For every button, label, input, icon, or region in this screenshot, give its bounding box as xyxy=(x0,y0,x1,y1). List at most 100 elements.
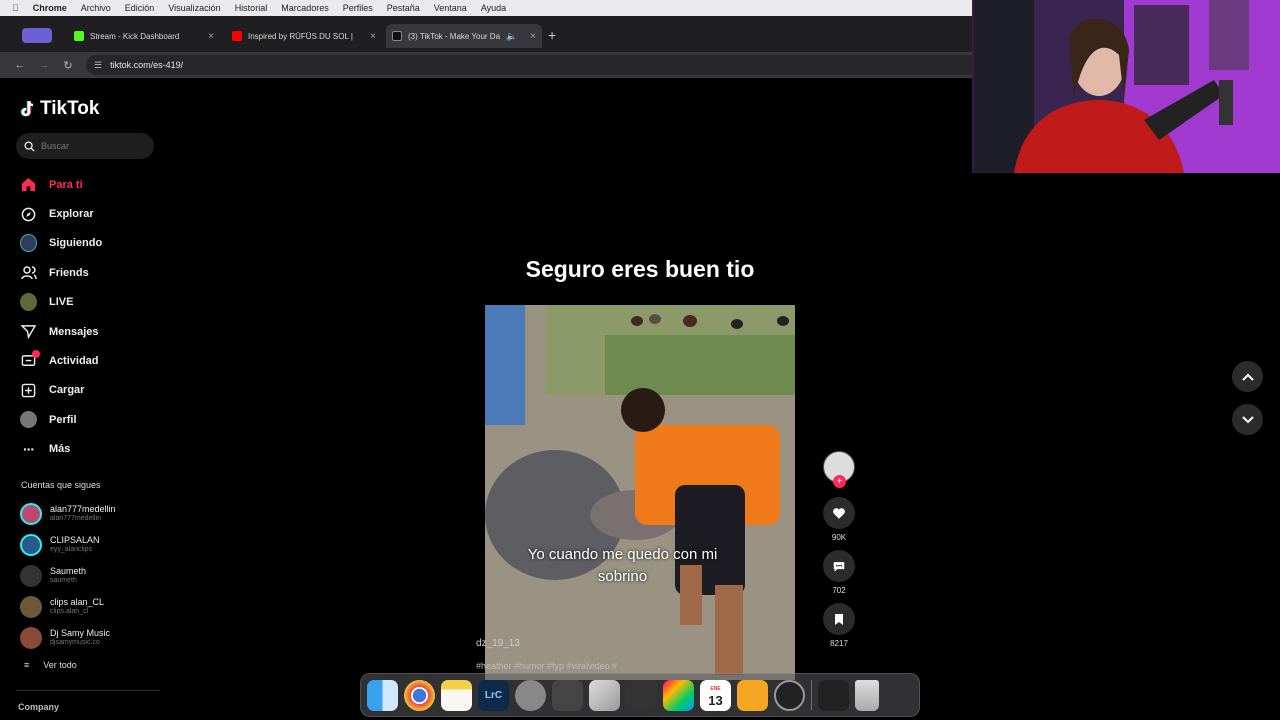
close-tab-icon[interactable]: × xyxy=(530,31,542,42)
profile-avatar-icon xyxy=(20,411,37,429)
menu-app-name[interactable]: Chrome xyxy=(33,3,67,13)
kick-favicon-icon xyxy=(74,31,84,41)
trash-icon[interactable] xyxy=(855,679,879,711)
close-tab-icon[interactable]: × xyxy=(208,31,220,42)
see-all-label: Ver todo xyxy=(43,660,77,670)
search-icon xyxy=(24,140,35,152)
new-tab-button[interactable]: + xyxy=(548,27,556,43)
sidebar-nav: Para ti Explorar Siguiendo Friends LIVE … xyxy=(20,170,160,464)
sidebar-item-label: Mensajes xyxy=(49,325,99,338)
chevron-up-icon xyxy=(1241,373,1254,381)
menu-archivo[interactable]: Archivo xyxy=(81,3,111,13)
follow-plus-icon[interactable]: + xyxy=(833,475,846,488)
calendar-icon[interactable]: ENE 13 xyxy=(700,679,731,711)
sidebar-item-label: Para ti xyxy=(49,178,83,191)
back-button[interactable]: ← xyxy=(10,59,30,71)
menu-ventana[interactable]: Ventana xyxy=(434,3,467,13)
obs-icon[interactable] xyxy=(774,679,805,711)
following-item[interactable]: alan777medellin alan777medellin xyxy=(20,498,160,529)
account-name: Saumeth xyxy=(50,566,87,576)
following-item[interactable]: clips alan_CL clips.alan_cl xyxy=(20,591,160,622)
tab-tiktok[interactable]: (3) TikTok - Make Your Da 🔈 × xyxy=(386,24,542,48)
sidebar-item-label: Explorar xyxy=(49,208,94,221)
avatar xyxy=(20,626,42,649)
following-section-title: Cuentas que sigues xyxy=(21,480,101,490)
following-item[interactable]: CLIPSALAN eyy_alanclips xyxy=(20,529,160,560)
avatar xyxy=(20,533,42,556)
sidebar-item-para-ti[interactable]: Para ti xyxy=(20,170,160,199)
menu-pestana[interactable]: Pestaña xyxy=(387,3,420,13)
account-handle: alan777medellin xyxy=(50,515,101,522)
menu-edicion[interactable]: Edición xyxy=(125,3,155,13)
sidebar-item-explorar[interactable]: Explorar xyxy=(20,199,160,228)
launchpad-icon[interactable] xyxy=(663,679,694,711)
davinci-resolve-icon[interactable] xyxy=(552,679,583,711)
see-all-link[interactable]: ≡ Ver todo xyxy=(24,660,77,670)
sidebar-item-label: Friends xyxy=(49,266,89,279)
comment-icon xyxy=(823,550,855,582)
sidebar-item-label: Siguiendo xyxy=(49,237,103,250)
sidebar-item-live[interactable]: LIVE xyxy=(20,288,160,317)
live-avatar-icon xyxy=(20,293,37,312)
like-button[interactable]: 90K xyxy=(823,497,855,548)
following-item[interactable]: Dj Samy Music djsamymusic.co xyxy=(20,622,160,653)
author-avatar-button[interactable]: + xyxy=(823,451,855,497)
audio-playing-icon[interactable]: 🔈 xyxy=(506,31,517,42)
video-author[interactable]: dz_19_13 xyxy=(476,638,520,649)
comment-count: 702 xyxy=(832,586,846,595)
previous-video-button[interactable] xyxy=(1232,361,1263,392)
upload-icon xyxy=(20,382,37,399)
close-tab-icon[interactable]: × xyxy=(370,31,382,42)
finder-icon[interactable] xyxy=(367,679,398,711)
menu-ayuda[interactable]: Ayuda xyxy=(481,3,506,13)
sidebar-item-mensajes[interactable]: Mensajes xyxy=(20,317,160,346)
home-icon xyxy=(20,176,37,193)
tiktok-logo[interactable]: TikTok xyxy=(20,98,99,120)
sidebar-item-label: Actividad xyxy=(49,355,99,368)
tiktok-note-icon xyxy=(20,100,34,117)
webcam-feed-image xyxy=(974,0,1280,173)
url-text: tiktok.com/es-419/ xyxy=(110,60,184,70)
menu-marcadores[interactable]: Marcadores xyxy=(281,3,329,13)
tab-kick-dashboard[interactable]: Stream - Kick Dashboard × xyxy=(68,24,220,48)
pages-icon[interactable] xyxy=(737,679,768,711)
menu-perfiles[interactable]: Perfiles xyxy=(343,3,373,13)
forward-button[interactable]: → xyxy=(34,59,54,71)
video-hashtags[interactable]: #heather #humor #fyp #viralvideo # xyxy=(476,661,617,671)
chrome-icon[interactable] xyxy=(404,679,435,711)
video-action-rail: + 90K 702 8217 xyxy=(823,451,855,654)
calculator-icon[interactable] xyxy=(626,679,657,711)
sidebar-item-cargar[interactable]: Cargar xyxy=(20,376,160,405)
company-link[interactable]: Company xyxy=(18,702,59,712)
menu-historial[interactable]: Historial xyxy=(235,3,268,13)
lightroom-icon[interactable]: LrC xyxy=(478,679,509,711)
address-bar[interactable]: ☰ tiktok.com/es-419/ xyxy=(86,55,986,75)
next-video-button[interactable] xyxy=(1232,404,1263,435)
logo-text: TikTok xyxy=(40,98,100,119)
apple-icon[interactable]:  xyxy=(12,3,19,13)
search-input[interactable]: Buscar xyxy=(16,133,154,159)
sidebar-item-perfil[interactable]: Perfil xyxy=(20,405,160,434)
tab-youtube[interactable]: Inspired by RÜFÜS DU SOL | × xyxy=(226,24,382,48)
compass-icon xyxy=(20,206,37,223)
tab-group-indicator[interactable] xyxy=(22,28,52,43)
notes-icon[interactable] xyxy=(441,679,472,711)
sidebar-item-friends[interactable]: Friends xyxy=(20,258,160,287)
account-name: alan777medellin xyxy=(50,504,116,514)
site-info-icon[interactable]: ☰ xyxy=(94,60,102,71)
system-settings-icon[interactable] xyxy=(515,679,546,711)
sidebar-item-actividad[interactable]: Actividad xyxy=(20,346,160,375)
account-name: clips alan_CL xyxy=(50,597,105,607)
dock-separator xyxy=(811,680,812,710)
video-player[interactable] xyxy=(485,305,795,680)
utility-app-icon[interactable] xyxy=(589,679,620,711)
reload-button[interactable]: ↻ xyxy=(58,59,78,72)
minimized-window-icon[interactable] xyxy=(818,679,849,711)
comment-button[interactable]: 702 xyxy=(823,550,855,601)
save-button[interactable]: 8217 xyxy=(823,603,855,654)
menu-visualizacion[interactable]: Visualización xyxy=(168,3,220,13)
video-frame-image xyxy=(485,305,795,680)
following-item[interactable]: Saumeth saumeth xyxy=(20,560,160,591)
sidebar-item-mas[interactable]: ··· Más xyxy=(20,435,160,464)
sidebar-item-siguiendo[interactable]: Siguiendo xyxy=(20,229,160,258)
